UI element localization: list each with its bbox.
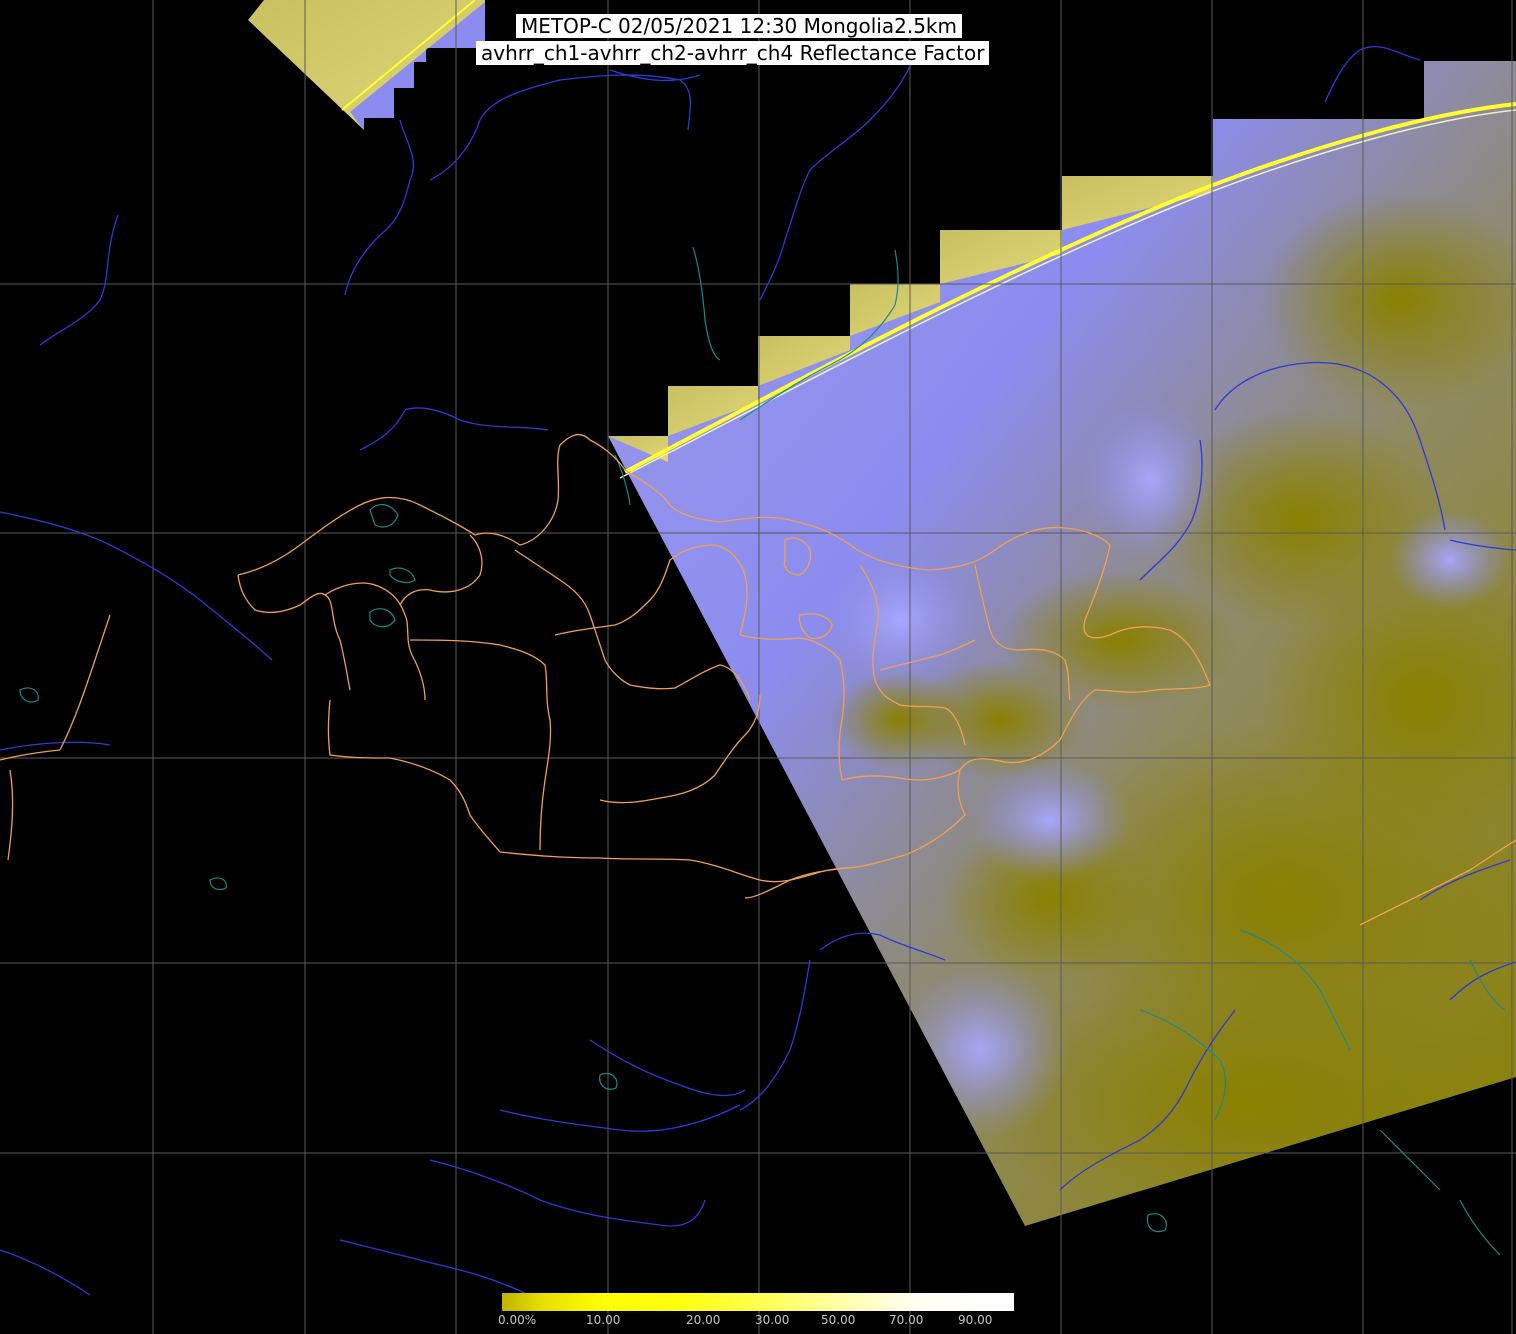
satellite-swath	[608, 61, 1516, 1226]
reflectance-colorbar	[502, 1293, 1014, 1311]
swath-fragment-northwest	[248, 0, 485, 130]
satellite-map	[0, 0, 1516, 1334]
colorbar-label-1: 10.00	[586, 1313, 621, 1327]
colorbar-label-3: 30.00	[755, 1313, 790, 1327]
image-title-line-1: METOP-C 02/05/2021 12:30 Mongolia2.5km	[516, 14, 962, 38]
colorbar-label-0: 0.00%	[498, 1313, 537, 1327]
colorbar-label-5: 70.00	[889, 1313, 924, 1327]
colorbar-label-4: 50.00	[821, 1313, 856, 1327]
image-title-line-2: avhrr_ch1-avhrr_ch2-avhrr_ch4 Reflectanc…	[476, 41, 990, 65]
satellite-image-viewer: METOP-C 02/05/2021 12:30 Mongolia2.5km a…	[0, 0, 1516, 1334]
colorbar-label-2: 20.00	[686, 1313, 721, 1327]
colorbar-label-6: 90.00	[958, 1313, 993, 1327]
